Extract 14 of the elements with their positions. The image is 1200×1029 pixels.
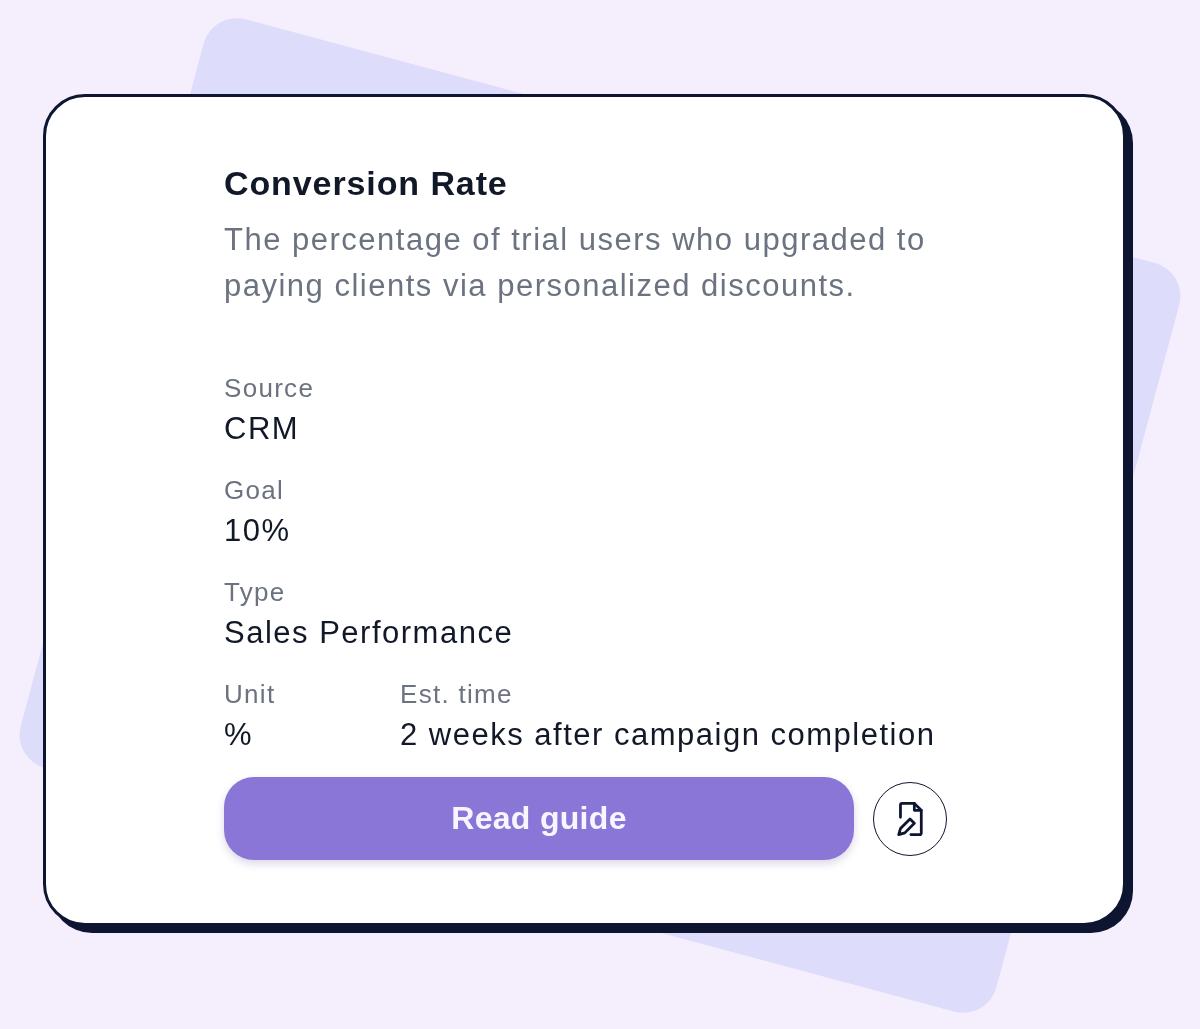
read-guide-button[interactable]: Read guide: [224, 777, 854, 860]
field-label: Goal: [224, 474, 285, 507]
card-description: The percentage of trial users who upgraded to paying clients via personalized discounts.: [224, 221, 927, 305]
field-label: Type: [224, 576, 286, 609]
field-label: Unit: [224, 678, 276, 711]
field-value: 2 weeks after campaign completion: [400, 716, 936, 754]
field-value: CRM: [224, 410, 300, 448]
field-label: Source: [224, 372, 315, 405]
field-label: Est. time: [400, 678, 513, 711]
card-title: Conversion Rate: [224, 163, 509, 203]
field-value: Sales Performance: [224, 614, 514, 652]
field-value: %: [224, 716, 254, 754]
file-pencil-icon: [896, 801, 924, 836]
field-value: 10%: [224, 512, 291, 550]
